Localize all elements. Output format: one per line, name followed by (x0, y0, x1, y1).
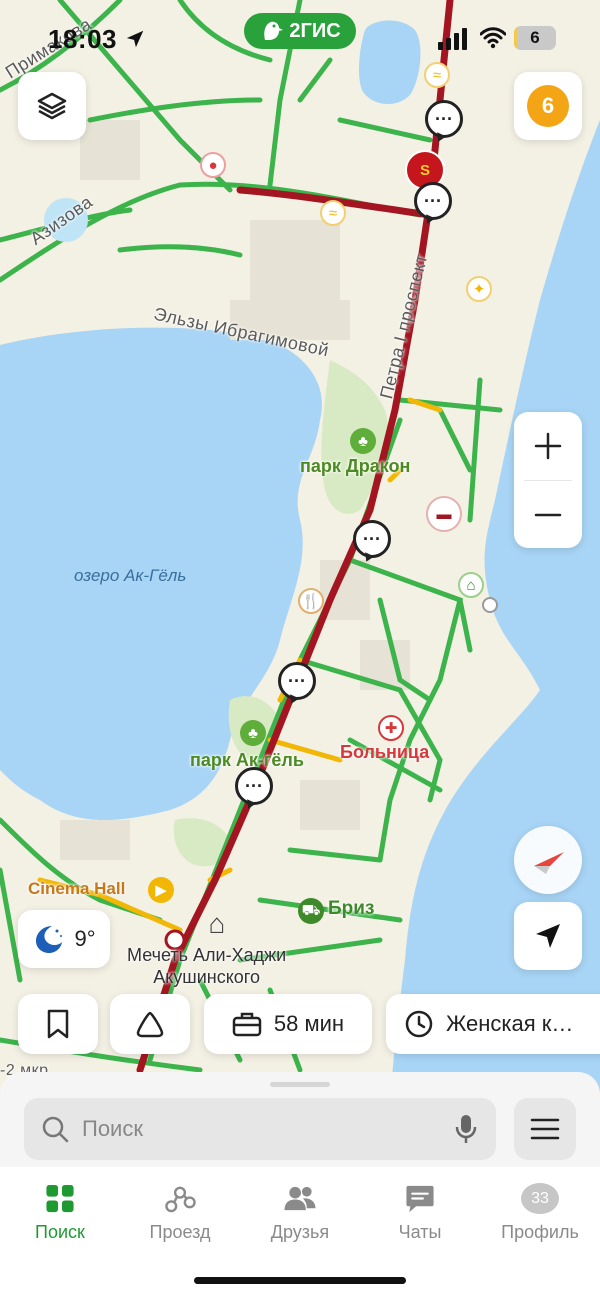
tab-search[interactable]: Поиск (0, 1183, 120, 1243)
microphone-icon[interactable] (454, 1113, 478, 1145)
status-time: 18:03 (48, 24, 117, 54)
sheet-grabber[interactable] (270, 1082, 330, 1087)
chat-marker-icon[interactable]: ··· (414, 182, 452, 220)
bookmark-icon (47, 1009, 69, 1039)
restaurant-icon[interactable]: 🍴 (298, 588, 324, 614)
battery-level: 6 (530, 28, 540, 47)
tab-label: Поиск (35, 1222, 85, 1242)
medical-icon[interactable]: ● (200, 152, 226, 178)
layers-button[interactable] (18, 72, 86, 140)
park-akgel-icon[interactable]: ♣ (240, 720, 266, 746)
hamburger-menu-icon (530, 1118, 560, 1140)
chat-marker-icon[interactable]: ··· (235, 767, 273, 805)
location-arrow-icon (126, 30, 144, 48)
lake-label: озеро Ак-Гёль (74, 566, 187, 585)
status-bar: 18:03 2ГИС 6 (0, 0, 600, 80)
tab-profile[interactable]: 33 Профиль (480, 1183, 600, 1243)
mosque-label[interactable]: Мечеть Али-Хаджи Акушинского (127, 944, 286, 988)
app-logo: 2ГИС (244, 13, 356, 49)
fitness-icon[interactable]: ✦ (466, 276, 492, 302)
search-bar[interactable] (24, 1098, 496, 1160)
route-chip[interactable] (110, 994, 190, 1054)
route-triangle-icon (136, 1011, 164, 1038)
chat-marker-icon[interactable]: ··· (425, 100, 463, 138)
bookmarks-chip[interactable] (18, 994, 98, 1054)
clock-icon (405, 1010, 433, 1038)
weather-temperature: 9° (74, 926, 96, 951)
tab-chats[interactable]: Чаты (360, 1183, 480, 1243)
tab-label: Чаты (398, 1222, 442, 1242)
work-route-chip[interactable]: 58 мин (204, 994, 372, 1054)
zoom-in-button[interactable] (514, 412, 582, 480)
weather-widget[interactable]: 9° (18, 910, 110, 968)
cinema-label[interactable]: Cinema Hall (28, 879, 125, 899)
tab-label: Проезд (149, 1222, 211, 1242)
moon-icon (36, 926, 63, 953)
grid-icon (46, 1184, 74, 1213)
notifications-button[interactable]: 6 (514, 72, 582, 140)
hotel-icon[interactable]: ▬ (426, 496, 462, 532)
hospital-icon[interactable]: ✚ (378, 715, 404, 741)
park-drakon-icon[interactable]: ♣ (350, 428, 376, 454)
plus-icon (534, 432, 562, 460)
search-input[interactable] (82, 1116, 442, 1142)
quick-chips: 58 мин Женская к… (18, 994, 600, 1054)
briefcase-icon (232, 1012, 262, 1037)
chat-marker-icon[interactable]: ··· (278, 662, 316, 700)
logo-bird-icon (264, 21, 284, 40)
mosque-icon[interactable]: ⌂ (196, 904, 238, 944)
sunbed-icon[interactable]: ⌂ (458, 572, 484, 598)
mosque-label-line1: Мечеть Али-Хаджи (127, 945, 287, 965)
home-indicator (194, 1277, 406, 1284)
zoom-out-button[interactable] (514, 481, 582, 548)
shop-icon[interactable]: ⛟ (298, 898, 324, 924)
tab-label: Профиль (501, 1222, 579, 1242)
app-logo-text: 2ГИС (289, 19, 341, 42)
tab-transit[interactable]: Проезд (120, 1183, 240, 1243)
transit-icon (165, 1186, 196, 1213)
navigation-arrow-icon (536, 924, 560, 948)
friends-icon (284, 1186, 316, 1211)
chat-icon (406, 1185, 434, 1213)
search-icon (42, 1116, 69, 1143)
minus-icon (534, 513, 562, 517)
recent-destination-chip[interactable]: Женская к… (386, 994, 600, 1054)
compass-button[interactable] (514, 826, 582, 894)
wifi-icon (480, 27, 506, 49)
my-location-button[interactable] (514, 902, 582, 970)
beach-icon-2[interactable]: ≈ (320, 200, 346, 226)
battery-indicator: 6 (514, 26, 556, 50)
tab-friends[interactable]: Друзья (240, 1183, 360, 1243)
zoom-controls (514, 412, 582, 548)
park-drakon-label[interactable]: парк Дракон (300, 456, 410, 477)
cinema-icon[interactable]: ▶ (148, 877, 174, 903)
menu-button[interactable] (514, 1098, 576, 1160)
compass-icon (534, 852, 564, 874)
chat-marker-icon[interactable]: ··· (353, 520, 391, 558)
hospital-label[interactable]: Больница (340, 742, 429, 763)
travel-time: 58 мин (273, 1011, 345, 1036)
notifications-count: 6 (527, 85, 569, 127)
tab-label: Друзья (270, 1222, 330, 1242)
profile-avatar: 33 (521, 1183, 559, 1214)
mosque-label-line2: Акушинского (153, 967, 260, 987)
destination-name: Женская к… (446, 1011, 574, 1036)
layers-icon (37, 92, 67, 120)
signal-icon (438, 28, 467, 50)
briz-label[interactable]: Бриз (328, 898, 374, 920)
